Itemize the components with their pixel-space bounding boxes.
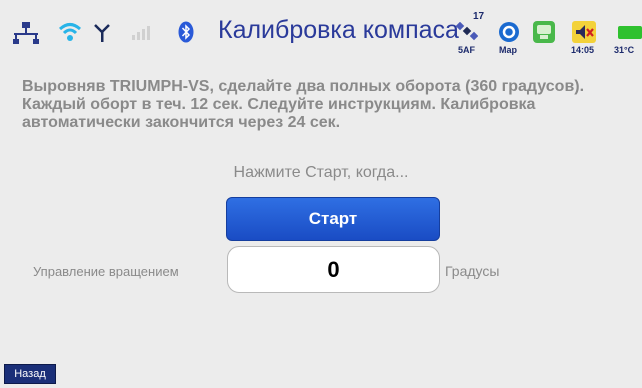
temperature: 31°C: [614, 45, 635, 55]
rotation-label: Управление вращением: [33, 264, 179, 279]
volume-muted-icon[interactable]: [571, 20, 597, 44]
rotation-value-field: 0: [227, 246, 440, 293]
antenna-icon: [94, 24, 110, 42]
status-bar: Калибровка компаса 17 5AF Map 14:05 31°C: [0, 0, 642, 62]
map-label: Map: [499, 45, 517, 55]
page-title: Калибровка компаса: [218, 16, 459, 44]
network-icon: [13, 22, 39, 44]
compass-calibration-screen: Калибровка компаса 17 5AF Map 14:05 31°C…: [0, 0, 642, 388]
start-button[interactable]: Старт: [226, 197, 440, 241]
wifi-icon: [58, 23, 82, 41]
instructions-text: Выровняв TRIUMPH-VS, сделайте два полных…: [22, 78, 585, 131]
clock: 14:05: [571, 45, 595, 55]
signal-bars-icon: [132, 26, 150, 40]
units-label: Градусы: [445, 263, 500, 279]
back-button[interactable]: Назад: [4, 364, 56, 384]
start-prompt: Нажмите Старт, когда...: [233, 164, 409, 181]
satellite-count: 17: [473, 11, 485, 22]
battery-icon: [618, 26, 642, 39]
satellite-label: 5AF: [458, 45, 476, 55]
device-status-icon: [533, 21, 555, 43]
bluetooth-icon: [178, 21, 194, 43]
map-icon[interactable]: [498, 21, 520, 43]
satellite-icon: [456, 22, 478, 41]
